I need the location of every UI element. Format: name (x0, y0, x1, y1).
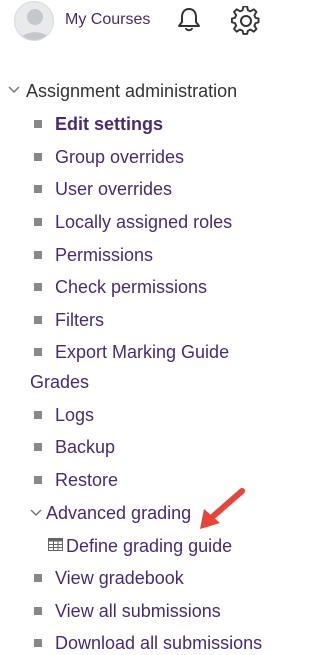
bullet (34, 639, 42, 647)
my-courses-link[interactable]: My Courses (65, 11, 150, 29)
bullet (34, 574, 42, 582)
bullet (34, 185, 42, 193)
nav-item-locally-assigned-roles[interactable]: Locally assigned roles (55, 210, 232, 234)
nav-item-permissions[interactable]: Permissions (55, 243, 153, 267)
gear-icon[interactable] (231, 5, 261, 41)
nav-item-define-grading-guide[interactable]: Define grading guide (66, 534, 232, 558)
bell-icon[interactable] (176, 6, 202, 39)
nav-item-download-all-submissions[interactable]: Download all submissions (55, 631, 262, 655)
bullet (34, 120, 42, 128)
nav-item-edit-settings[interactable]: Edit settings (55, 112, 163, 136)
bullet (34, 218, 42, 226)
bullet (34, 348, 42, 356)
bullet (34, 411, 42, 419)
bullet (34, 443, 42, 451)
nav-item-advanced-grading[interactable]: Advanced grading (46, 501, 191, 525)
section-assignment-administration[interactable]: Assignment administration (26, 79, 237, 103)
bullet (34, 476, 42, 484)
chevron-down-icon[interactable] (30, 509, 42, 517)
nav-item-view-gradebook[interactable]: View gradebook (55, 566, 184, 590)
nav-item-filters[interactable]: Filters (55, 308, 104, 332)
annotation-arrow-icon (200, 488, 245, 529)
top-bar: My Courses (0, 0, 276, 50)
nav-item-logs[interactable]: Logs (55, 403, 94, 427)
avatar[interactable] (14, 1, 54, 41)
bullet (34, 251, 42, 259)
nav-item-view-all-submissions[interactable]: View all submissions (55, 599, 221, 623)
bullet (34, 153, 42, 161)
nav-item-backup[interactable]: Backup (55, 435, 115, 459)
nav-item-check-permissions[interactable]: Check permissions (55, 275, 207, 299)
nav-item-restore[interactable]: Restore (55, 468, 118, 492)
chevron-down-icon[interactable] (8, 86, 20, 94)
nav-item-export-marking-guide-grades-cont[interactable]: Grades (30, 370, 89, 394)
nav-item-group-overrides[interactable]: Group overrides (55, 145, 184, 169)
nav-item-export-marking-guide-grades[interactable]: Export Marking Guide (55, 340, 229, 364)
bullet (34, 316, 42, 324)
grid-table-icon (48, 538, 63, 551)
nav-item-user-overrides[interactable]: User overrides (55, 177, 172, 201)
bullet (34, 283, 42, 291)
bullet (34, 607, 42, 615)
user-avatar-icon (19, 9, 51, 40)
